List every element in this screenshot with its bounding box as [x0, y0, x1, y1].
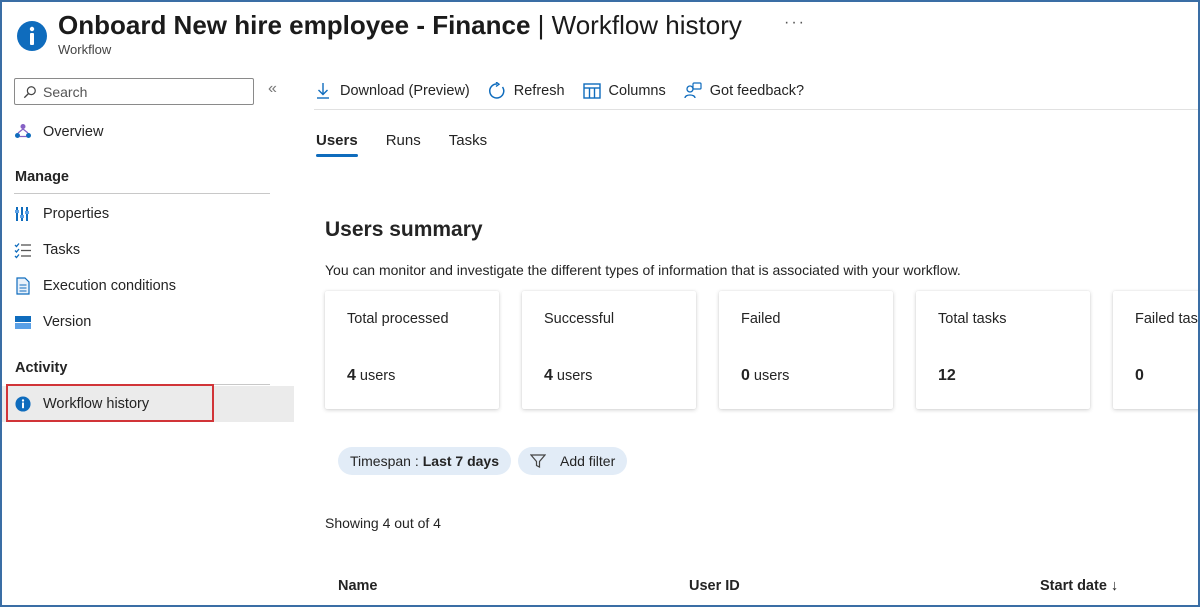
sidebar: Search « Overview Manage Properties Task…: [2, 72, 294, 605]
section-description: You can monitor and investigate the diff…: [325, 262, 961, 278]
page-header: Onboard New hire employee - Finance | Wo…: [14, 8, 1184, 64]
summary-card-total-processed[interactable]: Total processed 4 users: [325, 291, 499, 409]
tab-users[interactable]: Users: [316, 132, 358, 157]
download-button[interactable]: Download (Preview): [314, 82, 470, 100]
card-value: 12: [938, 367, 956, 384]
sidebar-item-properties[interactable]: Properties: [2, 196, 294, 232]
highlight-box: [6, 384, 214, 422]
column-header-user-id[interactable]: User ID: [689, 578, 740, 594]
document-icon: [14, 277, 32, 295]
section-manage: Manage: [15, 169, 69, 185]
section-activity: Activity: [15, 360, 68, 376]
columns-icon: [582, 83, 601, 99]
collapse-sidebar-button[interactable]: «: [268, 80, 277, 98]
card-label: Failed tasks: [1135, 311, 1198, 327]
card-value: 4 users: [347, 367, 396, 384]
sidebar-item-label: Execution conditions: [43, 278, 176, 294]
sidebar-item-label: Overview: [43, 124, 104, 140]
card-value: 0 users: [741, 367, 790, 384]
columns-label: Columns: [608, 83, 666, 99]
section-title: Users summary: [325, 218, 483, 241]
sidebar-item-label: Tasks: [43, 242, 81, 258]
overview-icon: [14, 123, 32, 141]
sidebar-item-label: Properties: [43, 206, 110, 222]
refresh-button[interactable]: Refresh: [488, 82, 565, 100]
download-icon: [317, 83, 329, 99]
tab-bar: Users Runs Tasks: [316, 132, 515, 157]
download-label: Download (Preview): [340, 83, 470, 99]
feedback-label: Got feedback?: [709, 83, 805, 99]
timespan-value: Last 7 days: [422, 453, 499, 469]
search-input[interactable]: Search: [14, 78, 254, 105]
refresh-icon: [488, 82, 505, 99]
refresh-label: Refresh: [513, 83, 565, 99]
page-title: Onboard New hire employee - Finance | Wo…: [58, 10, 742, 40]
card-label: Total tasks: [938, 311, 1007, 327]
summary-card-failed-tasks[interactable]: Failed tasks 0: [1113, 291, 1198, 409]
sidebar-item-execution-conditions[interactable]: Execution conditions: [2, 268, 294, 304]
card-label: Total processed: [347, 311, 449, 327]
feedback-button[interactable]: Got feedback?: [684, 82, 804, 100]
summary-card-successful[interactable]: Successful 4 users: [522, 291, 696, 409]
sidebar-item-tasks[interactable]: Tasks: [2, 232, 294, 268]
toolbar-divider: [314, 109, 1198, 110]
command-bar: Download (Preview) Refresh Columns Got f…: [314, 72, 822, 110]
info-icon: [17, 21, 47, 51]
section-divider: [14, 193, 270, 194]
card-label: Failed: [741, 311, 781, 327]
add-filter-button[interactable]: Add filter: [518, 447, 628, 475]
tab-tasks[interactable]: Tasks: [449, 132, 487, 157]
more-options-button[interactable]: ···: [784, 14, 806, 32]
filter-icon: [530, 454, 546, 468]
timespan-filter[interactable]: Timespan : Last 7 days: [338, 447, 511, 475]
sidebar-item-overview[interactable]: Overview: [2, 114, 294, 150]
results-count: Showing 4 out of 4: [325, 515, 441, 531]
properties-icon: [14, 205, 32, 223]
search-placeholder: Search: [43, 83, 88, 100]
add-filter-label: Add filter: [560, 453, 616, 469]
search-icon: [23, 85, 36, 98]
column-header-start-date[interactable]: Start date ↓: [1040, 578, 1118, 594]
feedback-icon: [684, 82, 702, 99]
page-subtitle: Workflow: [58, 42, 112, 57]
sidebar-item-label: Version: [43, 314, 92, 330]
column-header-name[interactable]: Name: [338, 578, 378, 594]
app-window: Onboard New hire employee - Finance | Wo…: [0, 0, 1200, 607]
summary-card-total-tasks[interactable]: Total tasks 12: [916, 291, 1090, 409]
version-icon: [14, 313, 32, 331]
card-value: 4 users: [544, 367, 593, 384]
columns-button[interactable]: Columns: [582, 82, 666, 100]
sidebar-item-version[interactable]: Version: [2, 304, 294, 340]
tasks-icon: [14, 241, 32, 259]
tab-runs[interactable]: Runs: [386, 132, 421, 157]
timespan-label: Timespan :: [350, 453, 419, 469]
card-value: 0: [1135, 367, 1144, 384]
summary-card-failed[interactable]: Failed 0 users: [719, 291, 893, 409]
card-label: Successful: [544, 311, 615, 327]
